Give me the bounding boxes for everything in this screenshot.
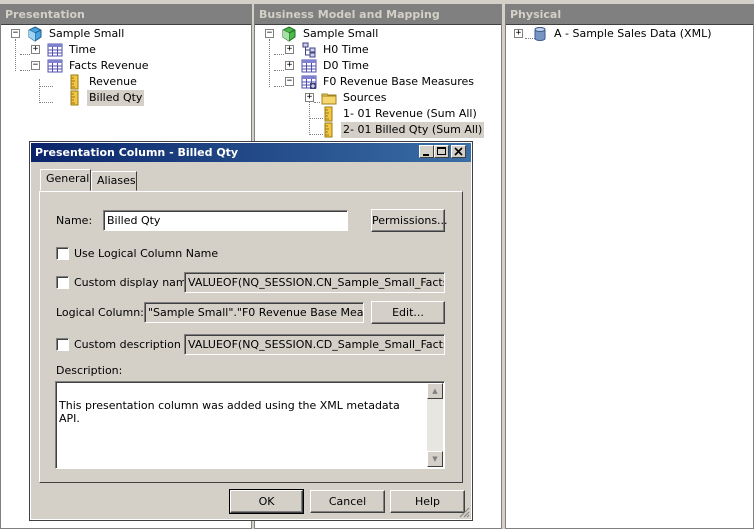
expand-sample-sales-data-toggle[interactable]: + [514,29,523,38]
custom-display-name-field[interactable]: VALUEOF(NQ_SESSION.CN_Sample_Small_Facts… [184,272,445,293]
physical-pane: Physical + A - Sample Sales Data (XML) [505,4,754,529]
column-ruler-icon [321,122,337,138]
logical-column-field[interactable]: "Sample Small"."F0 Revenue Base Measures [144,302,364,323]
ok-button[interactable]: OK [229,489,304,514]
dialog-title: Presentation Column - Billed Qty [35,146,239,159]
custom-display-name-checkbox[interactable] [56,276,69,289]
tree-item-01-revenue[interactable]: 1- 01 Revenue (Sum All) [321,106,479,122]
description-textarea[interactable]: This presentation column was added using… [55,381,445,469]
general-tab-panel: Name: Billed Qty Permissions... Use Logi… [39,191,463,483]
tree-item-d0-time[interactable]: D0 Time [301,58,371,74]
collapse-facts-revenue-toggle[interactable]: − [31,61,40,70]
dialog-title-bar[interactable]: Presentation Column - Billed Qty [31,143,471,162]
physical-pane-title: Physical [506,5,753,25]
minimize-button[interactable] [419,145,434,158]
fact-table-icon [301,74,317,90]
maximize-icon [437,147,446,155]
help-button[interactable]: Help [390,490,465,513]
tree-item-billed-qty[interactable]: Billed Qty [67,90,145,106]
expand-sources-toggle[interactable]: + [305,93,314,102]
permissions-button[interactable]: Permissions... [371,209,448,232]
tree-item-facts-revenue[interactable]: Facts Revenue [47,58,151,74]
column-ruler-icon [67,74,83,90]
cancel-button[interactable]: Cancel [310,490,385,513]
custom-description-checkbox[interactable] [56,338,69,351]
resize-grip[interactable] [458,506,470,518]
close-button[interactable] [451,145,466,158]
edit-button[interactable]: Edit... [371,301,445,324]
use-logical-column-name-checkbox[interactable] [56,247,69,260]
tree-item-01-billed-qty[interactable]: 2- 01 Billed Qty (Sum All) [321,122,485,138]
hierarchy-icon [301,42,317,58]
resize-grip-icon [459,507,470,518]
tree-item-bm-sample-small[interactable]: Sample Small [281,26,380,42]
expand-time-toggle[interactable]: + [31,45,40,54]
tree-item-sample-small[interactable]: Sample Small [27,26,126,42]
presentation-column-dialog: Presentation Column - Billed Qty General… [29,141,473,521]
tree-item-sample-sales-data[interactable]: A - Sample Sales Data (XML) [532,26,714,42]
business-model-pane-title: Business Model and Mapping [255,5,501,25]
collapse-sample-small-toggle[interactable]: − [11,29,20,38]
custom-display-name-label: Custom display name [74,276,194,289]
description-scrollbar[interactable]: ▲ ▼ [427,383,443,467]
table-icon [47,58,63,74]
database-icon [532,26,548,42]
description-label: Description: [56,364,123,377]
name-label: Name: [56,214,93,227]
folder-icon [321,90,337,106]
presentation-pane-title: Presentation [1,5,251,25]
tree-item-revenue[interactable]: Revenue [67,74,139,90]
scroll-down-button[interactable]: ▼ [427,451,443,467]
expand-h0-time-toggle[interactable]: + [285,45,294,54]
column-ruler-icon [67,90,83,106]
logical-table-icon [301,58,317,74]
custom-description-field[interactable]: VALUEOF(NQ_SESSION.CD_Sample_Small_Facts… [184,334,445,355]
use-logical-column-name-label: Use Logical Column Name [74,247,219,260]
close-icon [454,147,463,156]
collapse-bm-sample-small-toggle[interactable]: − [265,29,274,38]
column-ruler-icon [321,106,337,122]
tree-item-f0-revenue-base-measures[interactable]: F0 Revenue Base Measures [301,74,476,90]
name-input[interactable]: Billed Qty [103,210,348,231]
maximize-button[interactable] [434,145,449,158]
minimize-icon [423,154,429,156]
scroll-up-button[interactable]: ▲ [427,383,443,399]
tree-item-time[interactable]: Time [47,42,98,58]
catalog-cube-icon [27,26,43,42]
business-model-cube-icon [281,26,297,42]
tab-aliases[interactable]: Aliases [91,171,137,191]
description-text: This presentation column was added using… [59,399,400,425]
expand-d0-time-toggle[interactable]: + [285,61,294,70]
tab-general[interactable]: General [40,169,91,191]
logical-column-label: Logical Column: [56,306,144,319]
tree-item-h0-time[interactable]: H0 Time [301,42,371,58]
collapse-f0-revenue-toggle[interactable]: − [285,77,294,86]
custom-description-label: Custom description [74,338,181,351]
tree-item-sources[interactable]: Sources [321,90,389,106]
table-icon [47,42,63,58]
